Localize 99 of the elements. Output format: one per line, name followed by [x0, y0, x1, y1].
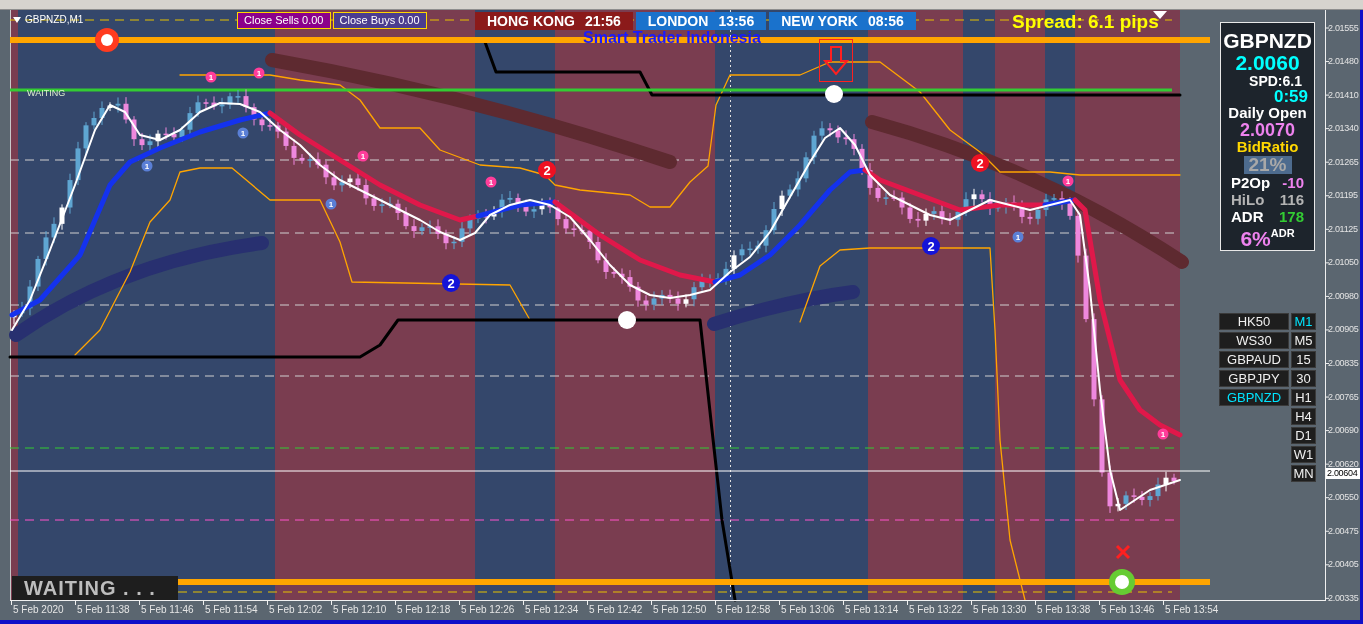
price-label: 2.00765 [1328, 392, 1359, 402]
time-label: 5 Feb 13:14 [845, 604, 899, 615]
signal-marker: 1 [357, 150, 369, 162]
price-label: 2.01480 [1328, 57, 1359, 67]
time-label: 5 Feb 13:30 [973, 604, 1027, 615]
time-label: 5 Feb 12:10 [333, 604, 387, 615]
time-label: 5 Feb 13:46 [1101, 604, 1155, 615]
timeframe-button[interactable]: W1 [1291, 446, 1316, 463]
price-label: 2.01125 [1328, 224, 1358, 234]
signal-marker: 1 [485, 176, 497, 188]
symbol-button[interactable]: GBPJPY [1219, 370, 1289, 387]
dot-marker-icon [825, 85, 843, 103]
session-time: 08:56 [867, 12, 904, 30]
signal-marker: 1 [1012, 231, 1024, 243]
price-label: 2.01265 [1328, 157, 1359, 167]
session-time: 21:56 [584, 12, 621, 30]
signal-marker: 1 [237, 127, 249, 139]
spread-value: SPD:6.1 [1249, 74, 1303, 89]
stat-value: 116 [1279, 191, 1304, 208]
signal-marker: 2 [442, 274, 460, 292]
dropdown-triangle-icon[interactable] [13, 16, 21, 23]
price-label: 2.01410 [1328, 90, 1359, 100]
session-city: HONG KONG [487, 12, 575, 30]
time-label: 5 Feb 13:06 [781, 604, 835, 615]
time-label: 5 Feb 12:02 [269, 604, 323, 615]
cross-icon [1115, 544, 1131, 560]
price-label: 2.01555 [1328, 23, 1359, 33]
time-label: 5 Feb 11:46 [141, 604, 194, 615]
stat-label: ADR [1231, 208, 1264, 225]
time-label: 5 Feb 2020 [13, 604, 64, 615]
session-time: 13:56 [718, 12, 755, 30]
symbol-button[interactable]: WS30 [1219, 332, 1289, 349]
timeframe-button[interactable]: M1 [1291, 313, 1316, 330]
timeframe-button[interactable]: M5 [1291, 332, 1316, 349]
current-price-label: 2.00604 [1326, 468, 1360, 479]
signal-marker: 2 [922, 237, 940, 255]
ring-marker-icon [1109, 569, 1135, 595]
price-label: 2.01340 [1328, 124, 1359, 134]
symbol-button[interactable]: HK50 [1219, 313, 1289, 330]
stat-value: 178 [1278, 208, 1304, 225]
daily-open-price: 2.0070 [1239, 121, 1296, 139]
ring-marker-icon [95, 28, 119, 52]
signal-marker: 1 [1157, 428, 1169, 440]
stat-label: HiLo [1231, 191, 1265, 208]
symbol-name: GBPNZD [1223, 30, 1312, 52]
price-label: 2.00620 [1328, 459, 1359, 469]
timeframe-button[interactable]: 15 [1291, 351, 1316, 368]
price-label: 2.01050 [1328, 258, 1359, 268]
price-label: 2.00405 [1328, 560, 1359, 570]
time-label: 5 Feb 12:58 [717, 604, 771, 615]
time-label: 5 Feb 13:54 [1165, 604, 1219, 615]
symbol-button[interactable]: GBPAUD [1219, 351, 1289, 368]
time-label: 5 Feb 13:22 [909, 604, 963, 615]
bar-countdown: 0:59 [1273, 89, 1308, 105]
stat-label: P2Op [1231, 174, 1271, 191]
timeframe-button[interactable]: H4 [1291, 408, 1316, 425]
price-label: 2.00335 [1328, 593, 1359, 603]
signal-marker: 1 [205, 71, 217, 83]
bid-ratio-label: BidRatio [1236, 139, 1299, 155]
session-city: LONDON [647, 12, 709, 30]
signal-status-label: WAITING [27, 88, 66, 98]
stat-value: -10 [1282, 174, 1304, 191]
signal-marker: 2 [538, 161, 556, 179]
spread-label: Spread: 6.1 pips [1012, 11, 1159, 33]
time-label: 5 Feb 12:50 [653, 604, 707, 615]
time-label: 5 Feb 11:54 [205, 604, 258, 615]
signal-marker: 2 [971, 154, 989, 172]
signal-marker: 1 [141, 160, 153, 172]
symbol-button[interactable]: GBPNZD [1219, 389, 1289, 406]
time-label: 5 Feb 12:34 [525, 604, 579, 615]
timeframe-button[interactable]: 30 [1291, 370, 1316, 387]
time-label: 5 Feb 13:38 [1037, 604, 1091, 615]
time-label: 5 Feb 12:18 [397, 604, 451, 615]
session-city: NEW YORK [781, 12, 858, 30]
price-label: 2.00550 [1328, 493, 1359, 503]
close-sells-button[interactable]: Close Sells 0.00 [237, 12, 331, 29]
daily-open-label: Daily Open [1228, 105, 1307, 121]
timeframe-button[interactable]: H1 [1291, 389, 1316, 406]
time-label: 5 Feb 11:38 [77, 604, 130, 615]
price-label: 2.00835 [1328, 359, 1359, 368]
time-label: 5 Feb 12:42 [589, 604, 643, 615]
signal-marker: 1 [325, 198, 337, 210]
timeframe-button[interactable]: MN [1291, 465, 1316, 482]
price-label: 2.00690 [1328, 426, 1359, 436]
bid-price: 2.0060 [1235, 52, 1300, 74]
adr-usage: 6%$^{ADR}$ [1240, 227, 1295, 251]
price-label: 2.00980 [1328, 291, 1359, 301]
chart-symbol-title: GBPNZD,M1 [25, 14, 84, 25]
status-banner: WAITING . . . [12, 576, 178, 600]
price-label: 2.01195 [1328, 191, 1358, 201]
signal-marker: 1 [253, 67, 265, 79]
dot-marker-icon [618, 311, 636, 329]
price-label: 2.00905 [1328, 325, 1359, 335]
time-label: 5 Feb 12:26 [461, 604, 515, 615]
bid-ratio-value: 21% [1243, 156, 1292, 174]
timeframe-button[interactable]: D1 [1291, 427, 1316, 444]
price-label: 2.00475 [1328, 526, 1359, 536]
signal-marker: 1 [1062, 175, 1074, 187]
close-buys-button[interactable]: Close Buys 0.00 [332, 12, 427, 29]
